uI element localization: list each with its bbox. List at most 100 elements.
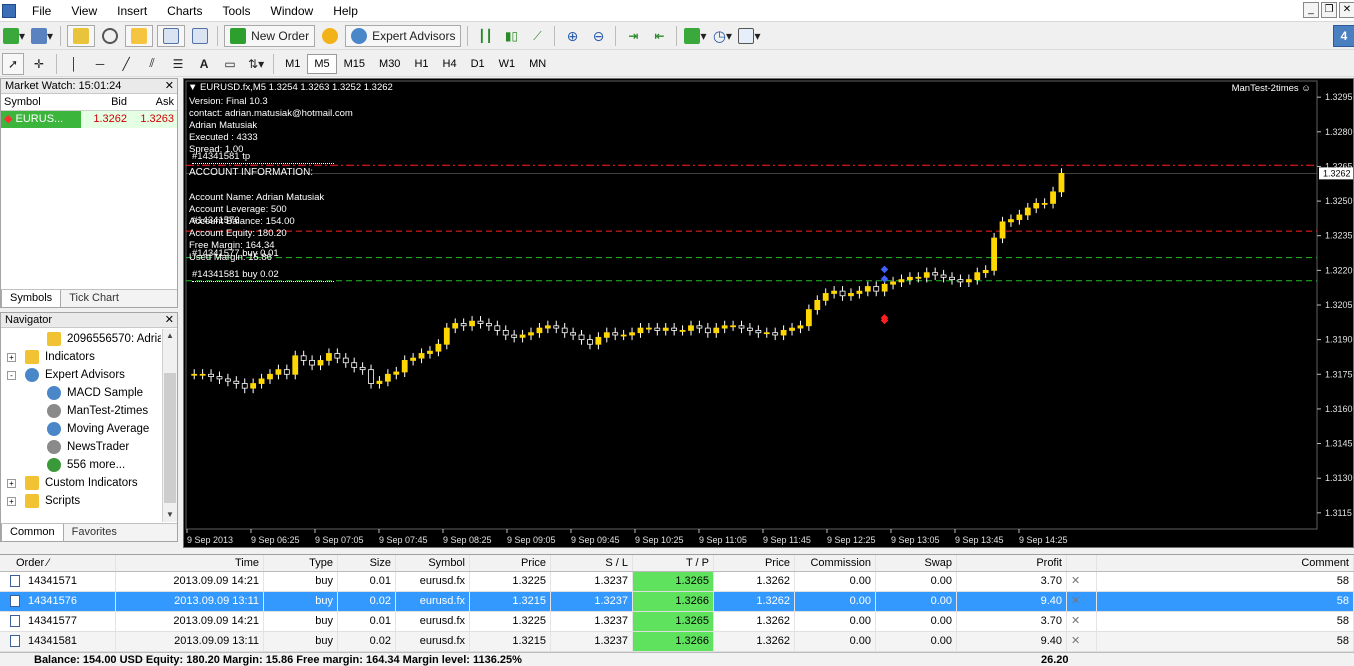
order-row[interactable]: 14341577 2013.09.09 14:21 buy 0.01 eurusd.fx… xyxy=(0,612,1354,632)
close-icon[interactable]: ✕ xyxy=(165,79,174,93)
column-swap[interactable]: Swap xyxy=(876,555,957,571)
nav-item[interactable]: + Scripts xyxy=(1,492,161,510)
column-order[interactable]: Order ⁄ xyxy=(0,555,116,571)
timeframe-w1[interactable]: W1 xyxy=(492,54,523,74)
close-order-icon[interactable]: ✕ xyxy=(1067,572,1097,591)
nav-item[interactable]: 556 more... xyxy=(1,456,161,474)
text-button[interactable]: A xyxy=(193,53,215,75)
order-label-14341581[interactable]: #14341581 buy 0.02 xyxy=(192,269,334,282)
column-price[interactable]: Price xyxy=(470,555,551,571)
timeframe-m15[interactable]: M15 xyxy=(337,54,372,74)
channel-button[interactable]: ⫽ xyxy=(141,53,163,75)
indicators-button[interactable]: ▾ xyxy=(683,25,707,47)
bar-chart-button[interactable]: ┃┃ xyxy=(474,25,496,47)
navigator-scrollbar[interactable]: ▲ ▼ xyxy=(162,329,177,522)
fibonacci-button[interactable]: ☰ xyxy=(167,53,189,75)
profiles-button[interactable]: ▾ xyxy=(30,25,54,47)
close-icon[interactable]: ✕ xyxy=(165,313,174,327)
menu-file[interactable]: File xyxy=(22,1,61,21)
timeframe-m30[interactable]: M30 xyxy=(372,54,407,74)
tab-favorites[interactable]: Favorites xyxy=(64,524,125,541)
chart-shift-button[interactable]: ⇤ xyxy=(648,25,670,47)
column-bid[interactable]: Bid xyxy=(81,94,130,110)
scroll-up-icon[interactable]: ▲ xyxy=(163,329,177,343)
nav-item[interactable]: - Expert Advisors xyxy=(1,366,161,384)
nav-item[interactable]: 2096556570: Adria xyxy=(1,330,161,348)
close-order-icon[interactable]: ✕ xyxy=(1067,612,1097,631)
cursor-button[interactable]: ➚ xyxy=(2,52,25,75)
timeframe-h1[interactable]: H1 xyxy=(407,54,435,74)
order-label-14341577[interactable]: #14341577 buy 0.01 xyxy=(192,248,279,260)
candle-chart-button[interactable]: ▮▯ xyxy=(500,25,522,47)
auto-scroll-button[interactable]: ⇥ xyxy=(622,25,644,47)
minimize-icon[interactable]: _ xyxy=(1303,2,1319,18)
new-chart-button[interactable]: ▾ xyxy=(2,25,26,47)
close-order-icon[interactable]: ✕ xyxy=(1067,632,1097,651)
terminal-button[interactable] xyxy=(157,25,186,47)
timeframe-d1[interactable]: D1 xyxy=(464,54,492,74)
timeframe-h4[interactable]: H4 xyxy=(436,54,464,74)
menu-insert[interactable]: Insert xyxy=(107,1,157,21)
periods-button[interactable]: ◷ ▾ xyxy=(711,25,733,47)
menu-window[interactable]: Window xyxy=(261,1,324,21)
expert-advisors-button[interactable]: Expert Advisors xyxy=(345,25,462,47)
chart-window[interactable]: 1.3295 1.3280 1.3265 1.3250 1.3235 1.3220 1.32… xyxy=(183,78,1354,548)
zoom-out-button[interactable]: ⊖ xyxy=(587,25,609,47)
menu-charts[interactable]: Charts xyxy=(157,1,212,21)
restore-icon[interactable]: ❐ xyxy=(1321,2,1337,18)
arrows-button[interactable]: ⇅▾ xyxy=(245,53,267,75)
timeframe-m1[interactable]: M1 xyxy=(278,54,307,74)
collapse-icon[interactable]: - xyxy=(7,371,16,380)
column-tp[interactable]: T / P xyxy=(633,555,714,571)
metaeditor-button[interactable] xyxy=(319,25,341,47)
order-row[interactable]: 14341571 2013.09.09 14:21 buy 0.01 eurusd.fx… xyxy=(0,572,1354,592)
order-label-14341576[interactable]: #14341576 xyxy=(192,215,240,227)
notifications-badge[interactable]: 4 xyxy=(1333,25,1354,47)
tab-symbols[interactable]: Symbols xyxy=(1,290,62,307)
scrollbar-thumb[interactable] xyxy=(164,373,176,503)
close-order-icon[interactable]: ✕ xyxy=(1067,592,1097,611)
navigator-button[interactable] xyxy=(125,25,154,47)
nav-item[interactable]: + Custom Indicators xyxy=(1,474,161,492)
nav-item[interactable]: Moving Average xyxy=(1,420,161,438)
zoom-in-button[interactable]: ⊕ xyxy=(561,25,583,47)
trendline-button[interactable]: ╱ xyxy=(115,53,137,75)
order-row[interactable]: 14341581 2013.09.09 13:11 buy 0.02 eurusd.fx… xyxy=(0,632,1354,652)
timeframe-m5[interactable]: M5 xyxy=(307,53,337,74)
column-comment[interactable]: Comment xyxy=(1097,555,1354,571)
templates-button[interactable]: ▾ xyxy=(737,25,761,47)
column-commission[interactable]: Commission xyxy=(795,555,876,571)
column-sl[interactable]: S / L xyxy=(551,555,633,571)
strategy-tester-button[interactable] xyxy=(189,25,211,47)
expand-icon[interactable]: + xyxy=(7,497,16,506)
menu-tools[interactable]: Tools xyxy=(213,1,261,21)
expand-icon[interactable]: + xyxy=(7,353,16,362)
close-icon[interactable]: ✕ xyxy=(1339,2,1354,18)
menu-help[interactable]: Help xyxy=(323,1,368,21)
nav-item[interactable]: + Indicators xyxy=(1,348,161,366)
column-size[interactable]: Size xyxy=(338,555,396,571)
market-watch-row[interactable]: ◆ EURUS... 1.3262 1.3263 xyxy=(1,111,177,128)
tab-tick-chart[interactable]: Tick Chart xyxy=(61,290,127,307)
scroll-down-icon[interactable]: ▼ xyxy=(163,508,177,522)
column-ask[interactable]: Ask xyxy=(130,94,177,110)
order-row[interactable]: 14341576 2013.09.09 13:11 buy 0.02 eurusd.fx… xyxy=(0,592,1354,612)
timeframe-mn[interactable]: MN xyxy=(522,54,553,74)
order-label-tp[interactable]: #14341581 tp xyxy=(192,151,334,164)
nav-item[interactable]: NewsTrader xyxy=(1,438,161,456)
price-chart[interactable]: 1.32951.32801.32651.32501.32351.32201.32… xyxy=(184,79,1353,547)
column-symbol[interactable]: Symbol xyxy=(396,555,470,571)
crosshair-button[interactable]: ✛ xyxy=(28,53,50,75)
column-profit[interactable]: Profit xyxy=(957,555,1067,571)
vertical-line-button[interactable]: │ xyxy=(63,53,85,75)
nav-item[interactable]: MACD Sample xyxy=(1,384,161,402)
column-current-price[interactable]: Price xyxy=(714,555,795,571)
horizontal-line-button[interactable]: ─ xyxy=(89,53,111,75)
column-symbol[interactable]: Symbol xyxy=(1,94,81,110)
data-window-button[interactable] xyxy=(99,25,121,47)
menu-view[interactable]: View xyxy=(61,1,107,21)
tab-common[interactable]: Common xyxy=(1,524,64,541)
column-time[interactable]: Time xyxy=(116,555,264,571)
expand-icon[interactable]: + xyxy=(7,479,16,488)
market-watch-button[interactable] xyxy=(67,25,96,47)
